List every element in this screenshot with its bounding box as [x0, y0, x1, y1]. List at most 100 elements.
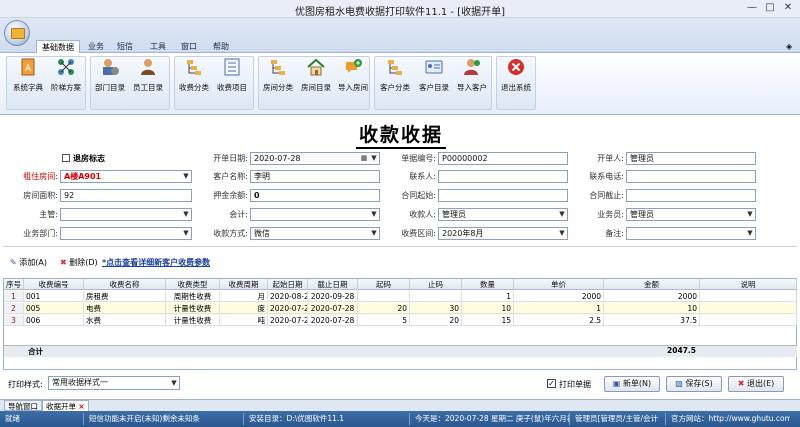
payment-method-select[interactable]: 微信 ▼ [250, 227, 380, 240]
table-cell[interactable]: 2 [4, 303, 24, 314]
table-cell[interactable]: 1 [514, 303, 604, 314]
system-dictionary-button[interactable]: A 系统字典 [10, 58, 46, 98]
checkout-checkbox[interactable] [62, 154, 70, 162]
grid-header-cell[interactable]: 止码 [410, 279, 462, 290]
app-menu-button[interactable] [4, 20, 30, 46]
customer-list-button[interactable]: 客户目录 [416, 58, 452, 98]
department-select[interactable]: ▼ [60, 227, 192, 240]
grid-header-cell[interactable]: 说明 [700, 279, 797, 290]
customer-field[interactable]: 李明 [250, 170, 380, 183]
tab-navigation[interactable]: 导航窗口 [4, 400, 42, 411]
table-cell[interactable]: 2020-07-28 [308, 303, 358, 314]
grid-header-cell[interactable]: 截止日期 [308, 279, 358, 290]
grid-header-cell[interactable]: 起始日期 [268, 279, 308, 290]
opener-field[interactable]: 管理员 [626, 152, 756, 165]
new-bill-button[interactable]: ▣ 新单(N) [604, 376, 660, 392]
minimize-icon[interactable]: — [744, 1, 760, 15]
table-cell[interactable]: 2020-07-28 [268, 303, 308, 314]
ladder-scheme-button[interactable]: 阶梯方案 [48, 58, 84, 98]
room-list-button[interactable]: 房间目录 [298, 58, 334, 98]
payee-select[interactable]: 管理员 ▼ [438, 208, 568, 221]
table-cell[interactable]: 5 [358, 315, 410, 326]
grid-header-cell[interactable]: 收费编号 [24, 279, 84, 290]
status-website[interactable]: 官方网站：http://www.ghutu.com [668, 413, 790, 425]
close-icon[interactable]: ✕ [780, 1, 796, 15]
grid-header-cell[interactable]: 序号 [4, 279, 24, 290]
table-cell[interactable]: 10 [604, 303, 700, 314]
table-cell[interactable] [700, 315, 797, 326]
table-cell[interactable]: 20 [358, 303, 410, 314]
table-cell[interactable]: 计量性收费 [166, 303, 220, 314]
grid-header-cell[interactable]: 收费名称 [84, 279, 166, 290]
maximize-icon[interactable]: □ [762, 1, 778, 15]
table-cell[interactable]: 水费 [84, 315, 166, 326]
contract-start-field[interactable] [438, 189, 568, 202]
table-cell[interactable] [700, 291, 797, 302]
table-cell[interactable]: 2020-09-28 [308, 291, 358, 302]
import-room-button[interactable]: 导入房间 [336, 58, 370, 98]
room-select[interactable]: A楼A901 ▼ [60, 170, 192, 183]
table-cell[interactable]: 房租费 [84, 291, 166, 302]
print-receipt-checkbox[interactable]: ✓ [547, 379, 556, 388]
tab-sms[interactable]: 短信 [113, 40, 137, 54]
table-cell[interactable]: 吨 [220, 315, 268, 326]
tab-window[interactable]: 窗口 [177, 40, 201, 54]
phone-field[interactable] [626, 170, 756, 183]
table-cell[interactable]: 计量性收费 [166, 315, 220, 326]
tab-tools[interactable]: 工具 [146, 40, 170, 54]
delete-row-button[interactable]: ✖ 删除(D) [60, 257, 100, 268]
contact-field[interactable] [438, 170, 568, 183]
table-cell[interactable]: 2.5 [514, 315, 604, 326]
table-cell[interactable] [410, 291, 462, 302]
contract-end-field[interactable] [626, 189, 756, 202]
manager-select[interactable]: ▼ [60, 208, 192, 221]
close-tab-icon[interactable]: × [78, 402, 84, 411]
department-list-button[interactable]: 部门目录 [92, 58, 128, 98]
table-cell[interactable]: 15 [462, 315, 514, 326]
grid-header-cell[interactable]: 单价 [514, 279, 604, 290]
room-category-button[interactable]: 房间分类 [260, 58, 296, 98]
table-cell[interactable]: 1 [4, 291, 24, 302]
period-select[interactable]: 2020年8月 ▼ [438, 227, 568, 240]
print-style-select[interactable]: 常用收据样式一 ▼ [48, 376, 180, 390]
date-picker[interactable]: 2020-07-28 ▦ ▼ [250, 152, 380, 165]
area-field[interactable]: 92 [60, 189, 192, 202]
remark-select[interactable]: ▼ [626, 227, 756, 240]
fee-item-button[interactable]: 收费项目 [214, 58, 250, 98]
import-customer-button[interactable]: 导入客户 [454, 58, 490, 98]
deposit-field[interactable]: 0 [250, 189, 380, 202]
tab-receipt[interactable]: 收据开单 × [42, 400, 89, 411]
table-cell[interactable]: 度 [220, 303, 268, 314]
table-cell[interactable]: 2020-08-28 [268, 291, 308, 302]
table-cell[interactable]: 37.5 [604, 315, 700, 326]
table-cell[interactable]: 10 [462, 303, 514, 314]
table-cell[interactable]: 电费 [84, 303, 166, 314]
table-cell[interactable]: 2020-07-28 [268, 315, 308, 326]
view-fee-params-link[interactable]: *点击查看详细新客户收费参数 [102, 257, 252, 268]
salesman-select[interactable]: 管理员 ▼ [626, 208, 756, 221]
grid-header-cell[interactable]: 起码 [358, 279, 410, 290]
grid-header-cell[interactable]: 收费周期 [220, 279, 268, 290]
grid-header-cell[interactable]: 金额 [604, 279, 700, 290]
table-cell[interactable]: 3 [4, 315, 24, 326]
employee-list-button[interactable]: 员工目录 [130, 58, 166, 98]
help-icon[interactable]: ◈ [786, 42, 792, 51]
table-cell[interactable]: 2000 [604, 291, 700, 302]
table-cell[interactable] [700, 303, 797, 314]
grid-header-cell[interactable]: 收费类型 [166, 279, 220, 290]
table-cell[interactable]: 月 [220, 291, 268, 302]
tab-basic-data[interactable]: 基础数据 [36, 40, 80, 54]
tab-help[interactable]: 帮助 [209, 40, 233, 54]
table-cell[interactable]: 006 [24, 315, 84, 326]
add-row-button[interactable]: ✎ 添加(A) [10, 257, 55, 268]
bill-number-field[interactable]: P00000002 [438, 152, 568, 165]
grid-header-cell[interactable]: 数量 [462, 279, 514, 290]
fee-category-button[interactable]: 收费分类 [176, 58, 212, 98]
table-cell[interactable]: 1 [462, 291, 514, 302]
table-cell[interactable]: 30 [410, 303, 462, 314]
exit-system-button[interactable]: 退出系统 [498, 58, 534, 98]
table-cell[interactable] [358, 291, 410, 302]
table-cell[interactable]: 周期性收费 [166, 291, 220, 302]
table-cell[interactable]: 20 [410, 315, 462, 326]
table-cell[interactable]: 001 [24, 291, 84, 302]
